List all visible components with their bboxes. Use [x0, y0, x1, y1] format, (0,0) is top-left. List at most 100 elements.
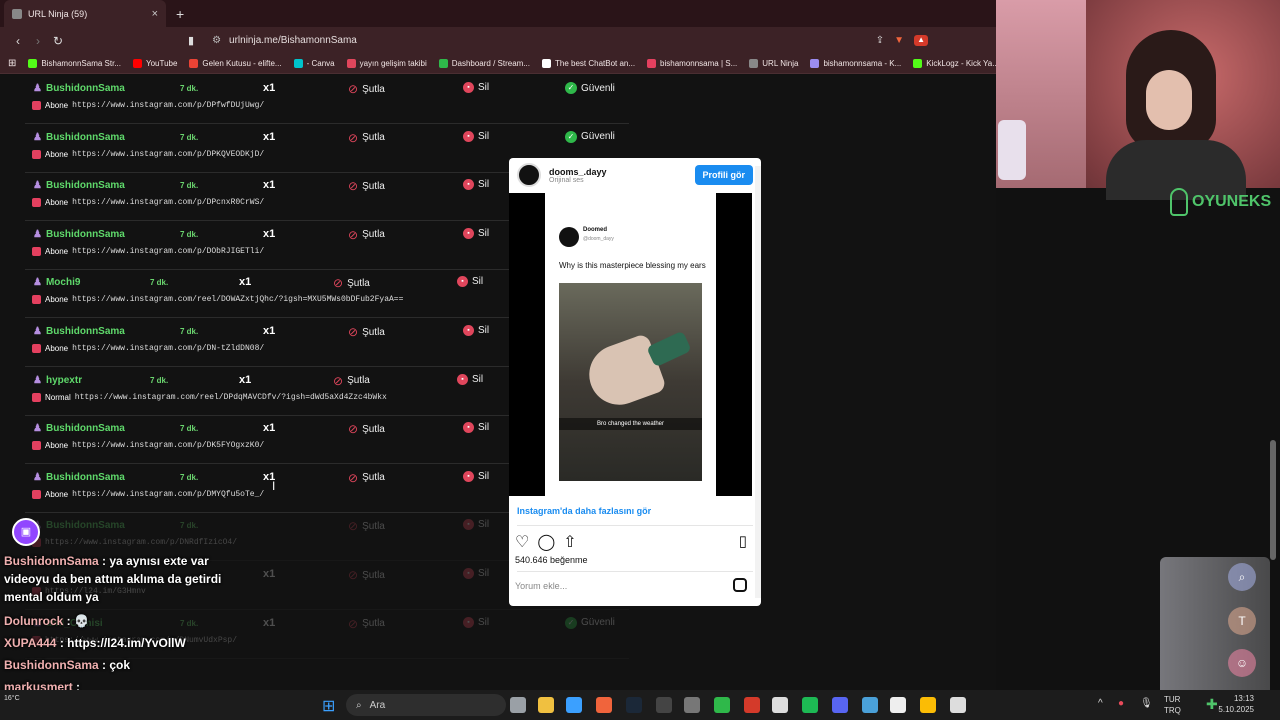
row-link[interactable]: Abone https://www.instagram.com/p/DN-tZld… [32, 344, 264, 353]
account-name[interactable]: dooms_.dayy [549, 167, 607, 177]
row-link[interactable]: Abone https://www.instagram.com/p/DPcnxR0… [32, 198, 264, 208]
instagram-logo-icon[interactable] [733, 578, 747, 592]
bookmark-item[interactable]: bishamonnsama | S... [647, 59, 737, 68]
files-app-icon[interactable] [510, 697, 526, 713]
row-username[interactable]: ♟BushidonnSama [33, 423, 125, 434]
ban-button[interactable]: ⊘ Şutla [348, 179, 385, 193]
delete-button[interactable]: ▪ Sil [463, 616, 489, 628]
user-widget-icon[interactable]: ☺ [1228, 649, 1256, 677]
row-link[interactable]: Abone https://www.instagram.com/p/DK5FYOg… [32, 441, 264, 451]
safe-button[interactable]: ✓ Güvenli [565, 130, 615, 143]
bookmark-item[interactable]: KickLogz - Kick Ya... [913, 59, 996, 68]
share-icon[interactable]: ⇪ [876, 35, 884, 46]
bookmark-item[interactable]: bishamonnsama - K... [810, 59, 901, 68]
ban-button[interactable]: ⊘ Şutla [348, 471, 385, 485]
steam-app-icon[interactable] [626, 697, 642, 713]
bookmark-item[interactable]: YouTube [132, 59, 177, 68]
bookmark-item[interactable]: BishamonnSama Str... [28, 59, 121, 68]
embed-scrollbar[interactable] [755, 166, 761, 598]
page-scrollbar[interactable] [1270, 440, 1276, 560]
media-app-icon[interactable] [862, 697, 878, 713]
bookmark-item[interactable]: - Canva [293, 59, 335, 68]
row-link[interactable]: Abone https://www.instagram.com/reel/DOWA… [32, 295, 403, 305]
tray-chevron-icon[interactable]: ^ [1098, 698, 1103, 709]
forward-icon[interactable]: › [28, 34, 48, 48]
heart-icon[interactable]: ♡ [515, 532, 529, 552]
browser-tab[interactable]: URL Ninja (59) × [4, 0, 166, 27]
delete-button[interactable]: ▪ Sil [463, 325, 489, 336]
chrome-app-icon[interactable] [920, 697, 936, 713]
brave-shield-icon[interactable]: ▼ [894, 35, 904, 46]
rewards-icon[interactable]: ▲ [914, 35, 928, 46]
brave-app-icon[interactable] [596, 697, 612, 713]
delete-button[interactable]: ▪ Sil [463, 82, 489, 93]
comment-icon[interactable]: ◯ [537, 532, 555, 552]
spotify-app-icon[interactable] [802, 697, 818, 713]
delete-button[interactable]: ▪ Sil [463, 130, 489, 142]
save-bookmark-icon[interactable]: ▯ [739, 532, 747, 550]
store-app-icon[interactable] [566, 697, 582, 713]
media-player[interactable]: Doomed @doom_dayy Why is this masterpiec… [509, 193, 752, 496]
url-input[interactable]: ⚙ urlninja.me/BishamonnSama [202, 31, 876, 51]
tray-green-icon[interactable]: ✚ [1206, 696, 1218, 713]
site-info-icon[interactable]: ⚙ [212, 35, 221, 46]
back-icon[interactable]: ‹ [8, 34, 28, 48]
xbox-app-icon[interactable] [714, 697, 730, 713]
row-username[interactable]: ♟BushidonnSama [33, 472, 125, 483]
delete-button[interactable]: ▪ Sil [463, 519, 489, 531]
row-username[interactable]: ♟BushidonnSama [33, 229, 125, 240]
github-app-icon[interactable] [950, 697, 966, 713]
bookmark-item[interactable]: The best ChatBot an... [542, 59, 635, 68]
see-more-link[interactable]: Instagram'da daha fazlasını gör [517, 506, 651, 516]
ban-button[interactable]: ⊘ Şutla [348, 617, 385, 631]
row-username[interactable]: ♟BushidonnSama [33, 326, 125, 337]
epic-app-icon[interactable] [656, 697, 672, 713]
discord-app-icon[interactable] [832, 697, 848, 713]
language-indicator[interactable]: TUR TRQ [1164, 694, 1181, 716]
row-username[interactable]: ♟ hypextr [33, 375, 82, 386]
row-link[interactable]: Abone https://www.instagram.com/p/DObRJIG… [32, 246, 264, 256]
ban-button[interactable]: ⊘ Şutla [333, 374, 370, 388]
ban-button[interactable]: ⊘ Şutla [348, 519, 385, 533]
row-username[interactable]: ♟BushidonnSama [33, 180, 125, 191]
tray-app-icon[interactable]: ● [1118, 698, 1124, 709]
safe-button[interactable]: ✓ Güvenli [565, 616, 615, 629]
ban-button[interactable]: ⊘ Şutla [348, 325, 385, 339]
ban-button[interactable]: ⊘ Şutla [348, 131, 385, 145]
instagram-embed[interactable]: dooms_.dayy Orijinal ses Profili gör Doo… [509, 158, 761, 606]
delete-button[interactable]: ▪ Sil [463, 227, 489, 239]
comment-input[interactable]: Yorum ekle... [515, 581, 567, 591]
bookmark-item[interactable]: Gelen Kutusu - elifte... [189, 59, 282, 68]
windows-start-icon[interactable]: ⊞ [322, 696, 335, 716]
taskbar-search-input[interactable]: ⌕ Ara [346, 694, 506, 716]
bookmark-item[interactable]: URL Ninja [749, 59, 798, 68]
delete-button[interactable]: ▪ Sil [463, 422, 489, 434]
tab-close-icon[interactable]: × [152, 8, 158, 20]
delete-button[interactable]: ▪ Sil [463, 568, 489, 579]
bookmark-icon[interactable]: ▮ [188, 34, 194, 47]
search-widget-icon[interactable]: ⌕ [1228, 563, 1256, 591]
row-link[interactable]: Abone https://www.instagram.com/p/DPKQVEO… [32, 149, 264, 159]
microphone-icon[interactable]: 🎙 [1140, 698, 1153, 709]
delete-button[interactable]: ▪ Sil [457, 276, 483, 288]
ban-button[interactable]: ⊘ Şutla [333, 276, 370, 290]
delete-button[interactable]: ▪ Sil [457, 373, 483, 385]
row-username[interactable]: ♟ Mochi9 [33, 277, 80, 288]
view-profile-button[interactable]: Profili gör [694, 165, 753, 185]
app-app-icon[interactable] [744, 697, 760, 713]
ubisoft-app-icon[interactable] [772, 697, 788, 713]
share-icon[interactable]: ⇧ [563, 532, 576, 552]
row-link[interactable]: Abone https://www.instagram.com/p/DPfwfDU… [32, 101, 264, 110]
ban-button[interactable]: ⊘ Şutla [348, 422, 385, 436]
row-username[interactable]: ♟BushidonnSama [33, 132, 125, 143]
bookmark-item[interactable]: Dashboard / Stream... [438, 59, 530, 68]
safe-button[interactable]: ✓ Güvenli [565, 82, 615, 94]
reload-icon[interactable]: ↻ [48, 34, 68, 48]
ban-button[interactable]: ⊘ Şutla [348, 82, 385, 96]
ban-button[interactable]: ⊘ Şutla [348, 568, 385, 582]
row-link[interactable]: Normal https://www.instagram.com/reel/DPd… [32, 392, 387, 402]
row-link[interactable]: Abone https://www.instagram.com/p/DMYQfu5… [32, 489, 264, 499]
new-tab-button[interactable]: + [176, 6, 184, 22]
apps-grid-icon[interactable]: ⊞ [8, 58, 16, 69]
folder-app-icon[interactable] [538, 697, 554, 713]
